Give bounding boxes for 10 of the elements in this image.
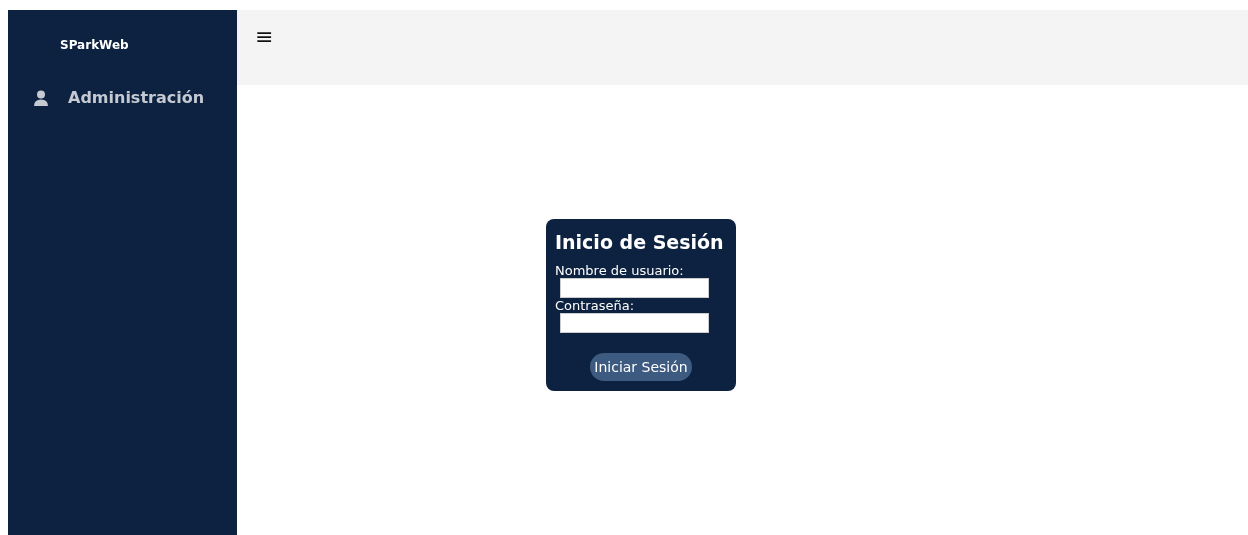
menu-button[interactable]: ≡ bbox=[251, 26, 278, 48]
field-label: Nombre de usuario: bbox=[555, 263, 685, 278]
brand-name: SParkWeb bbox=[59, 37, 130, 54]
login-button[interactable]: Iniciar Sesión bbox=[590, 353, 692, 381]
sidebar-item[interactable]: Administración bbox=[8, 70, 237, 107]
login-title: Inicio de Sesión bbox=[555, 231, 725, 253]
field-label: Contraseña: bbox=[555, 298, 636, 313]
user-icon bbox=[34, 89, 48, 106]
input-field[interactable] bbox=[560, 278, 709, 298]
input-field[interactable] bbox=[560, 313, 709, 333]
